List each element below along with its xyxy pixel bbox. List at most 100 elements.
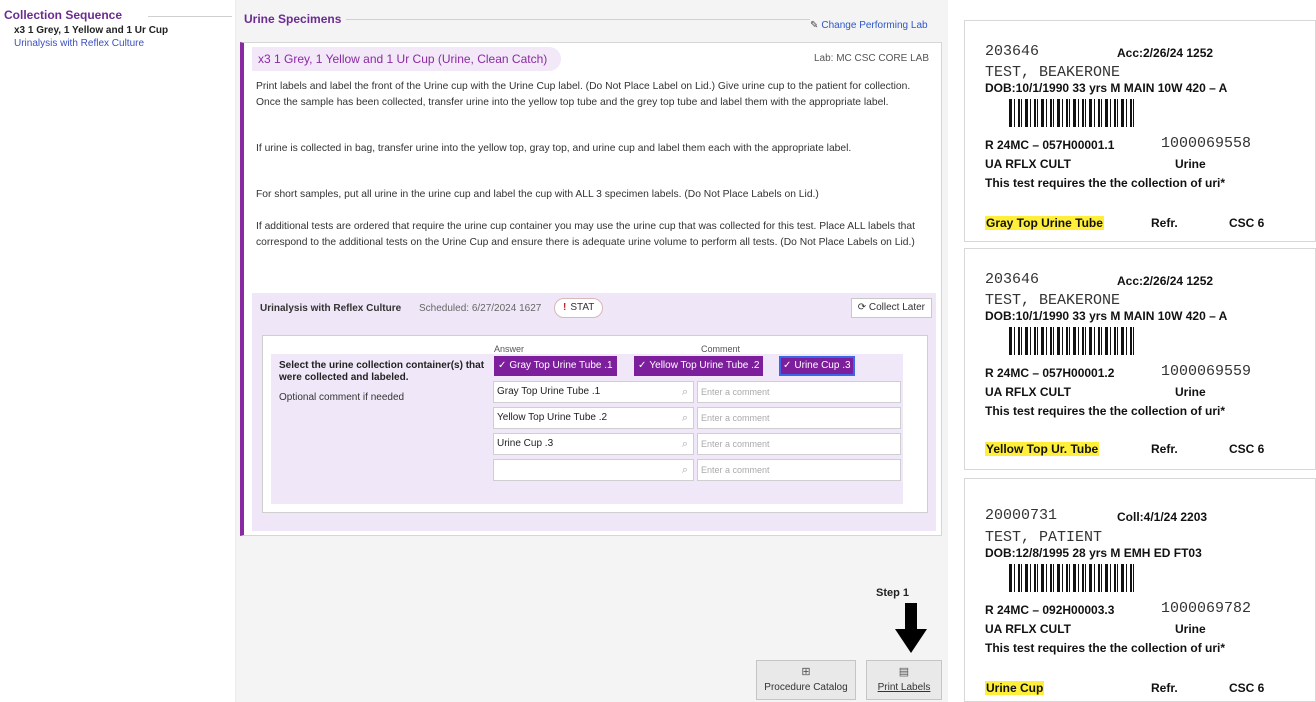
label-dob: DOB:10/1/1990 33 yrs M MAIN 10W 420 – A <box>985 81 1228 95</box>
check-icon: ✓ <box>638 360 647 371</box>
chip-label: Gray Top Urine Tube .1 <box>509 360 613 371</box>
label-type: Urine <box>1175 385 1206 399</box>
answer-field[interactable]: ⌕ <box>493 459 694 481</box>
label-requirement: This test requires the the collection of… <box>985 176 1226 190</box>
label-accession: Acc:2/26/24 1252 <box>1117 46 1214 60</box>
specimen-header: x3 1 Grey, 1 Yellow and 1 Ur Cup (Urine,… <box>252 47 562 71</box>
sequence-item-link[interactable]: Urinalysis with Reflex Culture <box>14 38 144 49</box>
pencil-icon: ✎ <box>810 20 819 31</box>
search-icon[interactable]: ⌕ <box>682 408 688 428</box>
collect-later-label: Collect Later <box>868 302 925 313</box>
label-dob: DOB:10/1/1990 33 yrs M MAIN 10W 420 – A <box>985 309 1228 323</box>
lab-name: Lab: MC CSC CORE LAB <box>813 53 929 64</box>
change-lab-label: Change Performing Lab <box>821 20 928 31</box>
optional-comment-label: Optional comment if needed <box>279 392 405 403</box>
specimen-label-1: 203646 Acc:2/26/24 1252 TEST, BEAKERONE … <box>964 20 1316 242</box>
label-refr: Refr. <box>1151 442 1178 456</box>
label-number: 1000069559 <box>1161 363 1252 380</box>
answer-chip-gray[interactable]: ✓ Gray Top Urine Tube .1 <box>494 356 617 376</box>
answer-header: Answer <box>494 344 525 354</box>
print-labels-button[interactable]: ▤ Print Labels <box>866 660 942 700</box>
label-type: Urine <box>1175 622 1206 636</box>
change-performing-lab-link[interactable]: ✎ Change Performing Lab <box>810 20 946 31</box>
specimen-card: x3 1 Grey, 1 Yellow and 1 Ur Cup (Urine,… <box>240 42 942 536</box>
barcode <box>1009 327 1137 355</box>
question-box: Answer Comment Select the urine collecti… <box>262 335 928 513</box>
question-label: Select the urine collection container(s)… <box>279 360 485 383</box>
label-refr: Refr. <box>1151 216 1178 230</box>
answer-field[interactable]: Urine Cup .3 ⌕ <box>493 433 694 455</box>
check-icon: ✓ <box>498 360 507 371</box>
instruction-paragraph: Print labels and label the front of the … <box>256 81 911 108</box>
label-accession: Coll:4/1/24 2203 <box>1117 510 1208 524</box>
urine-specimens-pane: Urine Specimens ✎ Change Performing Lab x… <box>236 0 948 702</box>
arrow-down-icon <box>895 603 927 653</box>
order-section: Urinalysis with Reflex Culture Scheduled… <box>252 293 936 531</box>
label-patient-name: TEST, BEAKERONE <box>985 64 1121 81</box>
comment-field[interactable]: Enter a comment <box>697 433 901 455</box>
label-csc: CSC 6 <box>1229 681 1265 695</box>
label-csc: CSC 6 <box>1229 442 1265 456</box>
label-test: UA RFLX CULT <box>985 385 1071 399</box>
label-patient-name: TEST, BEAKERONE <box>985 292 1121 309</box>
answer-chip-yellow[interactable]: ✓ Yellow Top Urine Tube .2 <box>634 356 764 376</box>
instruction-paragraph: If additional tests are ordered that req… <box>256 221 916 248</box>
printer-icon: ▤ <box>898 666 910 678</box>
label-id: 20000731 <box>985 507 1058 524</box>
label-test: UA RFLX CULT <box>985 622 1071 636</box>
stat-badge: ! STAT <box>554 298 604 318</box>
label-tube: Gray Top Urine Tube <box>985 216 1104 230</box>
label-specimen-id: R 24MC – 057H00001.2 <box>985 366 1115 380</box>
divider <box>346 19 810 20</box>
check-icon: ✓ <box>783 360 792 371</box>
answer-chip-cup[interactable]: ✓ Urine Cup .3 <box>779 356 855 376</box>
order-title: Urinalysis with Reflex Culture <box>260 303 402 314</box>
answer-field[interactable]: Gray Top Urine Tube .1 ⌕ <box>493 381 694 403</box>
sequence-item-current[interactable]: x3 1 Grey, 1 Yellow and 1 Ur Cup <box>14 25 168 36</box>
label-requirement: This test requires the the collection of… <box>985 641 1226 655</box>
comment-header: Comment <box>701 344 741 354</box>
answer-value: Urine Cup .3 <box>497 438 554 449</box>
chip-label: Urine Cup .3 <box>794 360 851 371</box>
label-refr: Refr. <box>1151 681 1178 695</box>
alert-icon: ! <box>563 302 567 313</box>
label-number: 1000069558 <box>1161 135 1252 152</box>
comment-field[interactable]: Enter a comment <box>697 381 901 403</box>
question-row: Select the urine collection container(s)… <box>271 354 903 504</box>
label-requirement: This test requires the the collection of… <box>985 404 1226 418</box>
collection-sequence-panel: Collection Sequence x3 1 Grey, 1 Yellow … <box>0 0 236 702</box>
label-accession: Acc:2/26/24 1252 <box>1117 274 1214 288</box>
procedure-catalog-button[interactable]: ⊞ Procedure Catalog <box>756 660 856 700</box>
chip-label: Yellow Top Urine Tube .2 <box>649 360 760 371</box>
answer-field[interactable]: Yellow Top Urine Tube .2 ⌕ <box>493 407 694 429</box>
collect-later-button[interactable]: ⟳ Collect Later <box>850 298 932 318</box>
label-csc: CSC 6 <box>1229 216 1265 230</box>
step-1-annotation: Step 1 <box>876 587 910 599</box>
collect-later-icon: ⟳ <box>857 302 869 313</box>
answer-value: Gray Top Urine Tube .1 <box>497 386 601 397</box>
search-icon[interactable]: ⌕ <box>682 434 688 454</box>
page-title: Urine Specimens <box>244 12 342 26</box>
answer-value: Yellow Top Urine Tube .2 <box>497 412 608 423</box>
instruction-paragraph: For short samples, put all urine in the … <box>256 189 819 200</box>
label-specimen-id: R 24MC – 057H00001.1 <box>985 138 1115 152</box>
label-id: 203646 <box>985 43 1040 60</box>
label-id: 203646 <box>985 271 1040 288</box>
label-patient-name: TEST, PATIENT <box>985 529 1103 546</box>
specimen-label-2: 203646 Acc:2/26/24 1252 TEST, BEAKERONE … <box>964 248 1316 470</box>
print-labels-label: Print Labels <box>877 682 931 693</box>
specimen-label-3: 20000731 Coll:4/1/24 2203 TEST, PATIENT … <box>964 478 1316 702</box>
search-icon[interactable]: ⌕ <box>682 460 688 480</box>
search-icon[interactable]: ⌕ <box>682 382 688 402</box>
barcode <box>1009 99 1137 127</box>
scheduled-time: Scheduled: 6/27/2024 1627 <box>419 303 542 314</box>
stat-label: STAT <box>570 302 595 313</box>
procedure-catalog-label: Procedure Catalog <box>764 682 848 693</box>
comment-field[interactable]: Enter a comment <box>697 459 901 481</box>
label-test: UA RFLX CULT <box>985 157 1071 171</box>
divider <box>148 16 232 17</box>
plus-icon: ⊞ <box>801 666 811 678</box>
label-number: 1000069782 <box>1161 600 1252 617</box>
comment-field[interactable]: Enter a comment <box>697 407 901 429</box>
instruction-paragraph: If urine is collected in bag, transfer u… <box>256 143 852 154</box>
